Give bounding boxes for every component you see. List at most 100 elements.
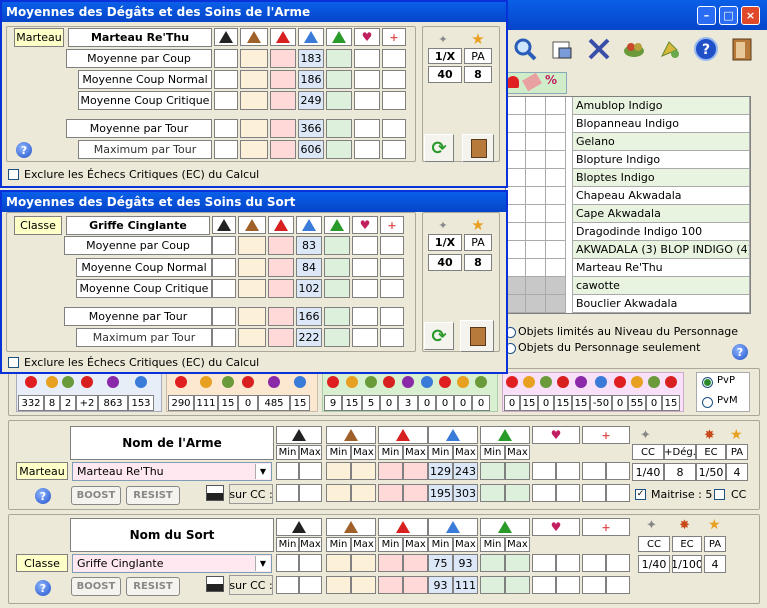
damage-cell: [378, 484, 403, 502]
weapon-type-label: Marteau: [16, 462, 68, 480]
weapon-popup-name: Marteau Re'Thu: [68, 28, 212, 47]
item-cell: [526, 97, 546, 115]
fire-icon: [378, 518, 428, 536]
cc-value: 1/40: [632, 463, 664, 481]
item-row[interactable]: Dragodinde Indigo 100: [572, 223, 750, 241]
magnify-icon[interactable]: [512, 36, 538, 62]
item-row[interactable]: AKWADALA (3) BLOP INDIGO (4): [572, 241, 750, 259]
stat-value: 485: [258, 395, 290, 411]
water-min: 93: [428, 576, 453, 594]
cc-value: 8: [664, 463, 696, 481]
stat-value: 153: [128, 395, 154, 411]
item-row[interactable]: Blopture Indigo: [572, 151, 750, 169]
bag-icon[interactable]: [549, 36, 575, 62]
spell-popup-exit-button[interactable]: [460, 320, 494, 352]
item-cell: [506, 115, 526, 133]
weapon-boost-button[interactable]: BOOST: [71, 486, 121, 505]
spell-popup-refresh-button[interactable]: ⟳: [424, 322, 454, 350]
item-cell: [526, 241, 546, 259]
help-icon-weapon-popup[interactable]: ?: [16, 142, 32, 158]
steal-icon: ♥: [352, 216, 378, 234]
close-button[interactable]: ×: [741, 6, 760, 25]
item-row[interactable]: Cape Akwadala: [572, 205, 750, 223]
stat-icon: [457, 376, 469, 388]
svg-text:?: ?: [702, 42, 710, 58]
weapon-cc-checkbox[interactable]: [714, 489, 725, 500]
item-row[interactable]: Bouclier Akwadala: [572, 295, 750, 313]
spell-popup-exclude-checkbox[interactable]: [8, 357, 19, 368]
spell-resist-button[interactable]: RESIST: [126, 577, 180, 596]
neutral-icon: [276, 426, 322, 444]
stat-icon: [648, 376, 660, 388]
damage-cell: [378, 554, 403, 572]
help-icon-weapon[interactable]: ?: [35, 488, 51, 504]
steal-icon: ♥: [532, 518, 580, 536]
weapon-popup-exclude-checkbox[interactable]: [8, 169, 19, 180]
stat-icon: [631, 376, 643, 388]
damage-cell: [354, 140, 380, 159]
row-label: Maximum par Tour: [78, 140, 212, 159]
maitrise-checkbox[interactable]: ✓: [635, 489, 646, 500]
spell-image-icon[interactable]: [206, 576, 224, 592]
item-row[interactable]: Marteau Re'Thu: [572, 259, 750, 277]
spell-popup-type: Classe: [14, 216, 62, 235]
pvp-radio[interactable]: [702, 377, 713, 388]
weapon-popup-exit-button[interactable]: [462, 134, 494, 162]
ingots-icon[interactable]: [621, 36, 647, 62]
damage-cell: [240, 140, 268, 159]
help-icon-spell[interactable]: ?: [35, 580, 51, 596]
damage-cell: [480, 554, 505, 572]
item-list: Amublop Indigo Blopanneau Indigo Gelano Blo…: [505, 96, 751, 314]
weapon-popup-refresh-button[interactable]: ⟳: [424, 134, 454, 162]
help-icon[interactable]: ?: [693, 36, 719, 62]
item-row[interactable]: Amublop Indigo: [572, 97, 750, 115]
damage-cell: [351, 484, 376, 502]
exit-door-icon[interactable]: [729, 36, 755, 62]
cc-value: 4: [704, 555, 726, 573]
spell-popup-pa-header: PA: [464, 234, 492, 251]
pvm-radio[interactable]: [702, 397, 713, 408]
item-cell: [526, 277, 546, 295]
damage-cell: [299, 554, 322, 572]
help-icon-options[interactable]: ?: [732, 344, 748, 360]
water-value: 183: [298, 49, 324, 68]
item-cell: [506, 259, 526, 277]
min-label: Min: [276, 445, 299, 460]
damage-cell: [556, 554, 580, 572]
cc-value: 4: [726, 463, 748, 481]
max-label: Max: [453, 537, 478, 552]
item-row[interactable]: Gelano: [572, 133, 750, 151]
cc-header: PA: [726, 444, 748, 460]
neutral-icon: [276, 518, 322, 536]
stat-value: 15: [554, 395, 572, 411]
damage-cell: [326, 140, 352, 159]
item-cell: [546, 259, 566, 277]
minimize-button[interactable]: –: [697, 6, 716, 25]
damage-cell: [324, 279, 350, 298]
damage-cell: [380, 279, 404, 298]
weapon-image-icon[interactable]: [206, 485, 224, 501]
water-value: 84: [296, 258, 322, 277]
stat-value: 15: [520, 395, 538, 411]
item-row[interactable]: Blopanneau Indigo: [572, 115, 750, 133]
weapon-resist-button[interactable]: RESIST: [126, 486, 180, 505]
item-row[interactable]: Bloptes Indigo: [572, 169, 750, 187]
spell-select[interactable]: Griffe Cinglante ▼: [72, 554, 272, 573]
tools-icon[interactable]: [586, 36, 612, 62]
item-row[interactable]: Chapeau Akwadala: [572, 187, 750, 205]
stat-value: 0: [454, 395, 472, 411]
stat-icon: [175, 376, 187, 388]
damage-cell: [299, 576, 322, 594]
water-max: 243: [453, 462, 478, 480]
damage-cell: [238, 328, 266, 347]
item-row[interactable]: cawotte: [572, 277, 750, 295]
weapon-select[interactable]: Marteau Re'Thu ▼: [72, 462, 272, 481]
critical-icon: ✦: [646, 518, 657, 533]
spell-boost-button[interactable]: BOOST: [71, 577, 121, 596]
max-label: Max: [453, 445, 478, 460]
stat-value: 55: [628, 395, 646, 411]
runes-icon[interactable]: [657, 36, 683, 62]
maximize-button[interactable]: □: [719, 6, 738, 25]
spell-popup-hit-value: 40: [428, 254, 462, 271]
water-value: 606: [298, 140, 324, 159]
